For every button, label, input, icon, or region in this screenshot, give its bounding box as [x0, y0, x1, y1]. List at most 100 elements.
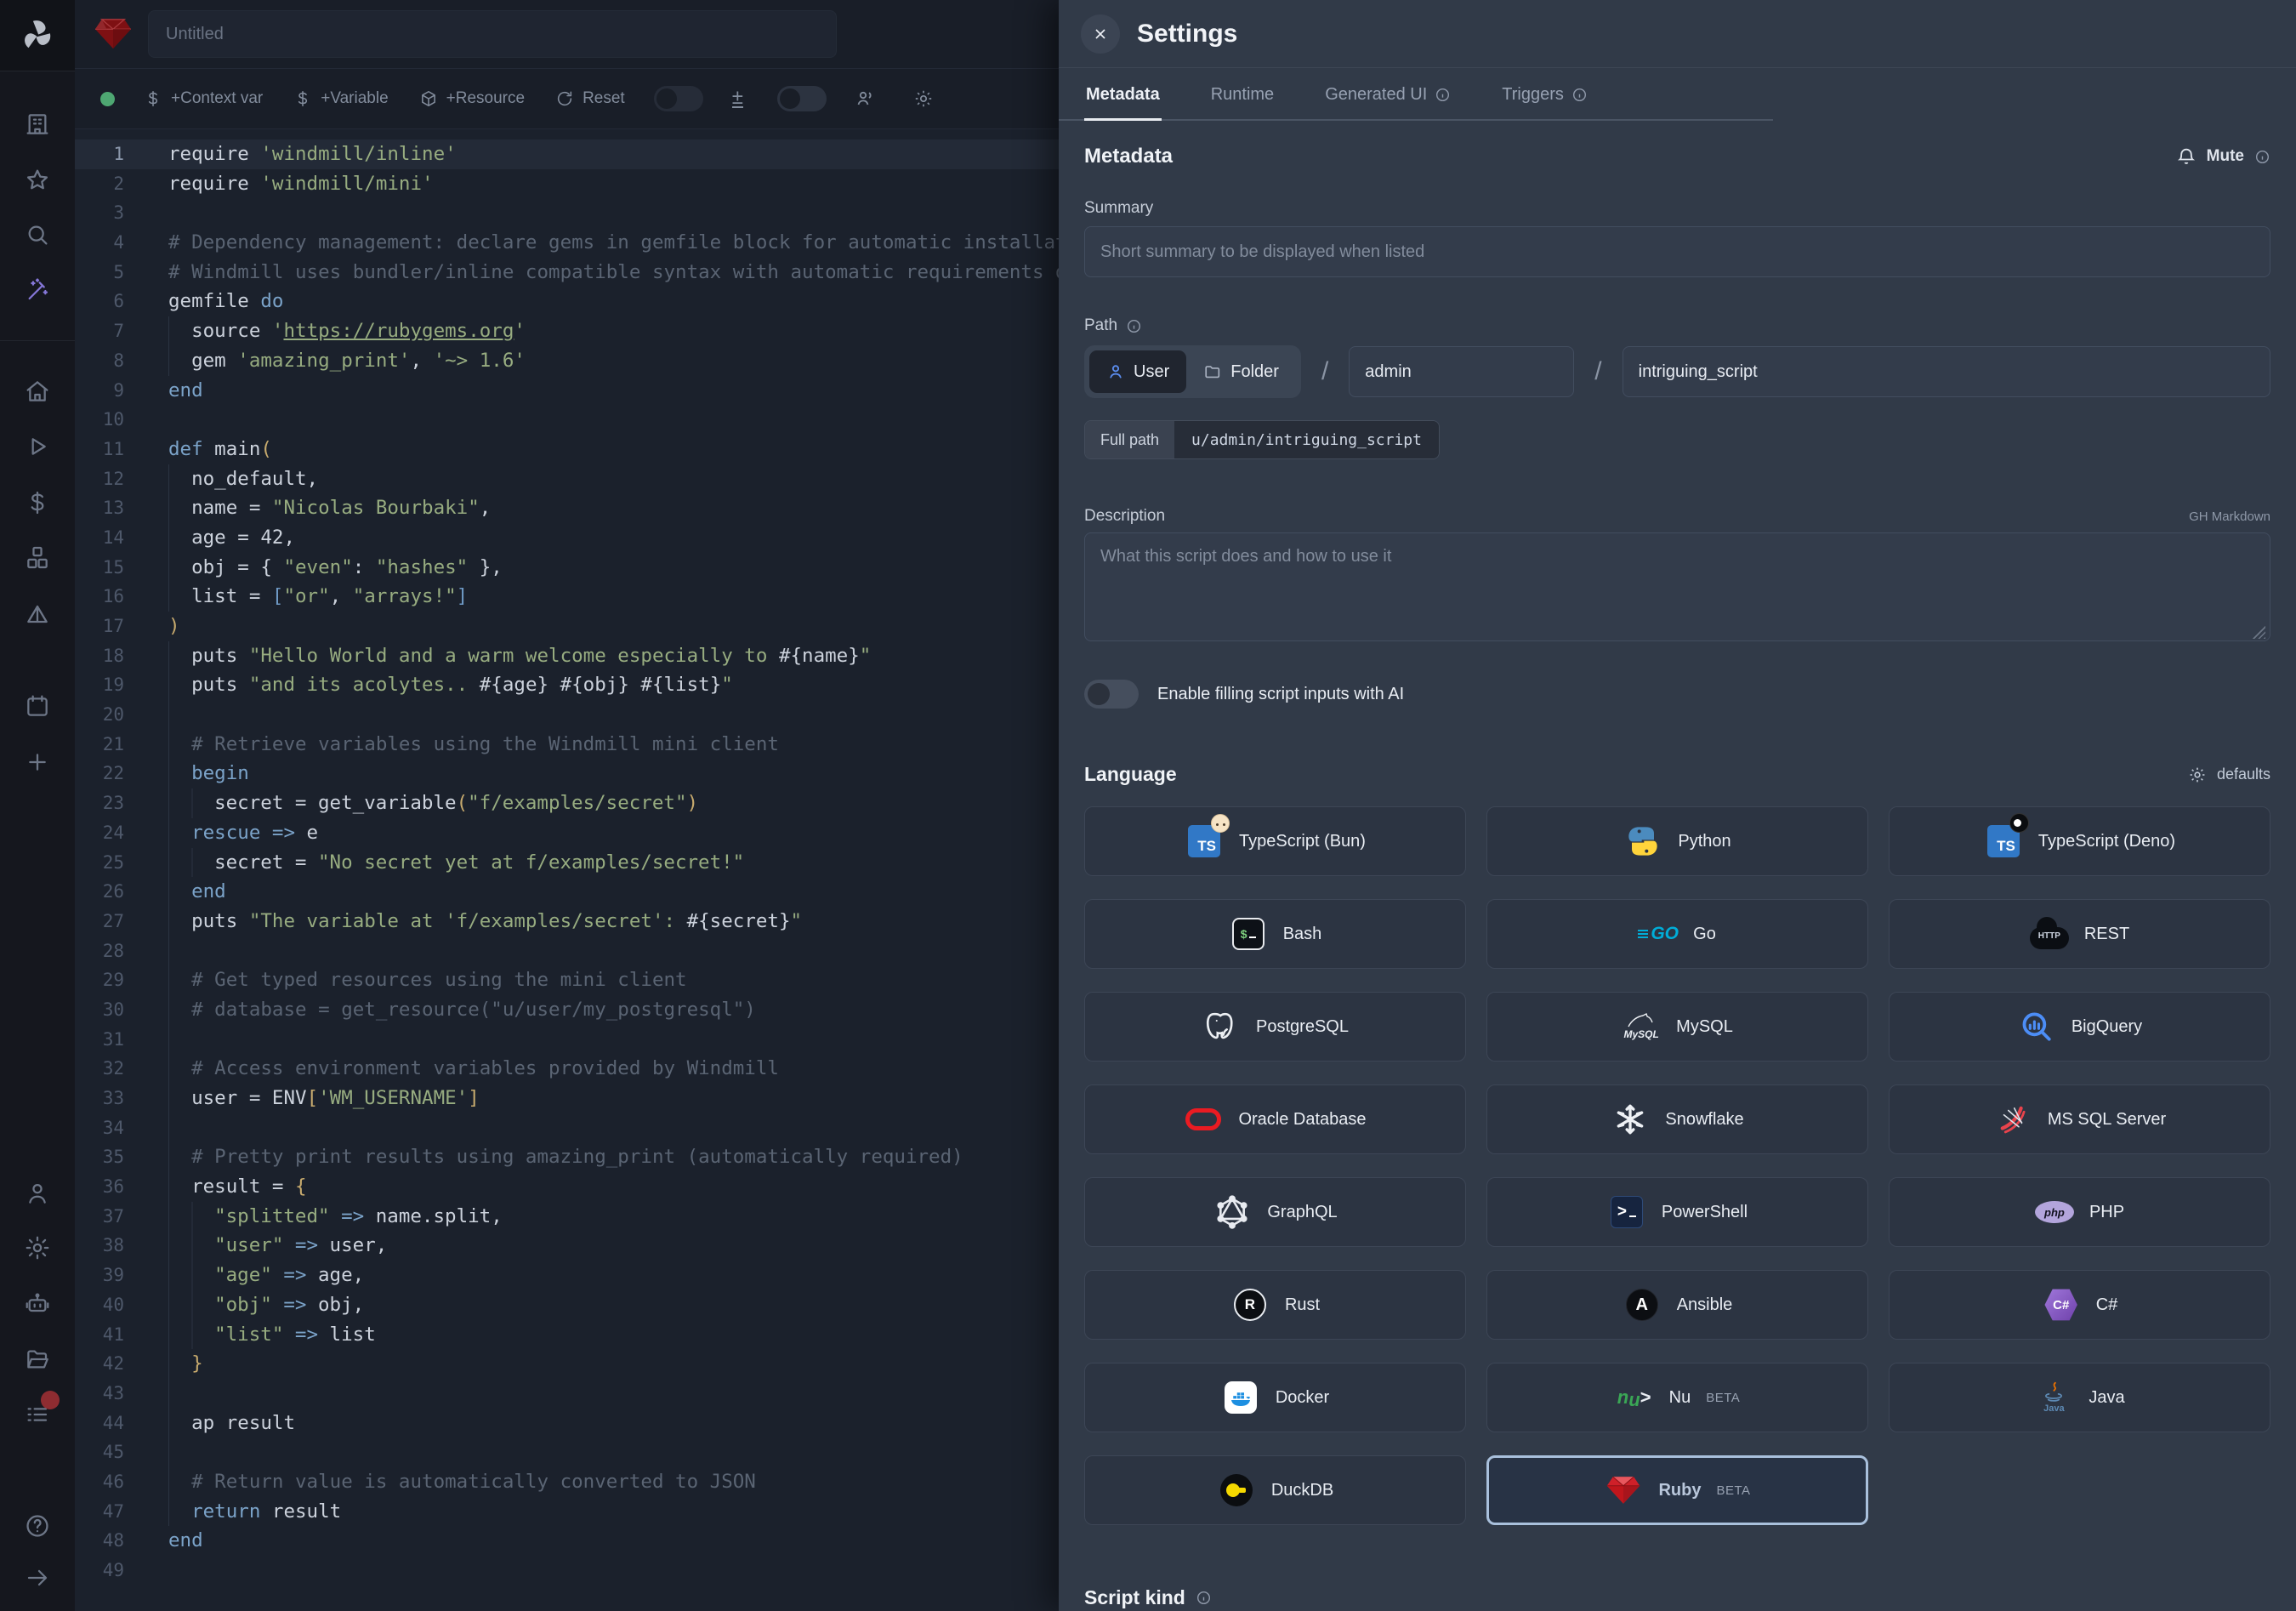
- csharp-icon: C#: [2044, 1288, 2078, 1322]
- language-button-go[interactable]: GO Go: [1486, 899, 1868, 969]
- user-icon: [1106, 362, 1125, 381]
- summary-label: Summary: [1084, 199, 2270, 218]
- language-button-bash[interactable]: $ Bash: [1084, 899, 1466, 969]
- toolbar-variable-button[interactable]: +Variable: [293, 89, 388, 108]
- multiplayer-toggle[interactable]: [777, 86, 827, 111]
- close-button[interactable]: [1081, 14, 1120, 54]
- sidebar-item-runs[interactable]: [24, 433, 51, 460]
- sidebar-item-search[interactable]: [24, 221, 51, 248]
- owner-kind-user[interactable]: User: [1089, 350, 1186, 393]
- line-number: 11: [75, 435, 124, 464]
- language-defaults-button[interactable]: defaults: [2188, 766, 2270, 784]
- language-button-rest[interactable]: HTTP REST: [1889, 899, 2270, 969]
- language-button-nu[interactable]: nu> NuBETA: [1486, 1363, 1868, 1432]
- sidebar-item-resources[interactable]: [24, 544, 51, 572]
- typescript-deno-icon: TS: [1987, 825, 2020, 857]
- sidebar-item-favorites[interactable]: [24, 167, 51, 194]
- language-button-graphql[interactable]: GraphQL: [1084, 1177, 1466, 1247]
- language-button-powershell[interactable]: > PowerShell: [1486, 1177, 1868, 1247]
- duckdb-icon: [1220, 1474, 1253, 1506]
- language-button-duckdb[interactable]: DuckDB: [1084, 1455, 1466, 1525]
- language-button-java[interactable]: Java Java: [1889, 1363, 2270, 1432]
- sidebar-item-schedules[interactable]: [24, 692, 51, 720]
- sidebar-item-triggers[interactable]: [24, 601, 51, 629]
- language-button-postgresql[interactable]: PostgreSQL: [1084, 992, 1466, 1062]
- owner-kind-folder[interactable]: Folder: [1186, 350, 1296, 393]
- language-button-bigquery[interactable]: BigQuery: [1889, 992, 2270, 1062]
- python-icon: [1626, 824, 1660, 858]
- home-icon: [24, 378, 51, 405]
- ai-fill-toggle[interactable]: [1084, 680, 1139, 709]
- language-button-csharp[interactable]: C# C#: [1889, 1270, 2270, 1340]
- script-kind-info-icon[interactable]: [1196, 1590, 1212, 1606]
- toolbar-reset-button[interactable]: Reset: [555, 89, 625, 108]
- language-button-python[interactable]: Python: [1486, 806, 1868, 876]
- sidebar-item-folders[interactable]: [24, 1346, 51, 1373]
- path-name-input[interactable]: [1623, 346, 2270, 397]
- line-number: 30: [75, 995, 124, 1025]
- description-textarea[interactable]: [1084, 532, 2270, 641]
- line-number: 8: [75, 346, 124, 376]
- language-button-docker[interactable]: Docker: [1084, 1363, 1466, 1432]
- sidebar-item-collapse[interactable]: [24, 1564, 51, 1591]
- typescript-bun-icon: TS: [1188, 825, 1220, 857]
- windmill-logo[interactable]: [0, 0, 75, 71]
- sidebar-item-help[interactable]: [24, 1512, 51, 1540]
- language-label: Java: [2089, 1388, 2124, 1408]
- sidebar-item-logs[interactable]: [24, 1401, 51, 1428]
- language-label: Ruby: [1658, 1481, 1701, 1500]
- line-number: 49: [75, 1556, 124, 1585]
- language-button-mysql[interactable]: MySQL MySQL: [1486, 992, 1868, 1062]
- tab-triggers[interactable]: Triggers: [1500, 70, 1589, 121]
- left-sidebar: [0, 0, 75, 1611]
- toolbar-contextvar-button[interactable]: +Context var: [144, 89, 263, 108]
- path-info-icon[interactable]: [1126, 318, 1142, 334]
- go-icon: GO: [1638, 924, 1679, 944]
- owner-kind-toggle: User Folder: [1084, 345, 1301, 398]
- diff-toggle[interactable]: [654, 86, 703, 111]
- bell-icon: [2176, 146, 2197, 167]
- mute-label: Mute: [2207, 147, 2244, 166]
- language-button-ansible[interactable]: A Ansible: [1486, 1270, 1868, 1340]
- sidebar-item-workspace[interactable]: [24, 111, 51, 138]
- arrow-right-icon: [24, 1564, 51, 1591]
- sidebar-item-variables[interactable]: [24, 489, 51, 516]
- language-button-bun[interactable]: TS TypeScript (Bun): [1084, 806, 1466, 876]
- language-label: Python: [1678, 832, 1731, 851]
- sidebar-item-home[interactable]: [24, 378, 51, 405]
- line-number: 2: [75, 169, 124, 199]
- language-button-snowflake[interactable]: Snowflake: [1486, 1084, 1868, 1154]
- language-button-php[interactable]: php PHP: [1889, 1177, 2270, 1247]
- ansible-icon: A: [1626, 1289, 1658, 1321]
- sidebar-item-settings[interactable]: [24, 1234, 51, 1261]
- language-button-oracle[interactable]: Oracle Database: [1084, 1084, 1466, 1154]
- sidebar-item-users[interactable]: [24, 1180, 51, 1207]
- sidebar-item-workers[interactable]: [24, 1290, 51, 1318]
- people-icon[interactable]: [855, 88, 876, 109]
- script-title-input[interactable]: [148, 10, 837, 58]
- sidebar-item-add[interactable]: [24, 749, 51, 776]
- language-label: Ansible: [1677, 1295, 1733, 1315]
- user-icon: [24, 1180, 51, 1207]
- language-button-rust[interactable]: R Rust: [1084, 1270, 1466, 1340]
- editor-settings-gear-icon[interactable]: [913, 88, 934, 109]
- sidebar-item-ai-wand[interactable]: [24, 276, 51, 304]
- docker-icon: [1225, 1381, 1257, 1414]
- language-button-ruby[interactable]: RubyBETA: [1486, 1455, 1868, 1525]
- language-button-deno[interactable]: TS TypeScript (Deno): [1889, 806, 2270, 876]
- tab-runtime[interactable]: Runtime: [1209, 70, 1276, 121]
- language-label: TypeScript (Bun): [1239, 832, 1366, 851]
- tab-metadata[interactable]: Metadata: [1084, 70, 1162, 121]
- path-owner-input[interactable]: [1349, 346, 1574, 397]
- toolbar-label: +Variable: [321, 89, 388, 108]
- language-label: Rust: [1285, 1295, 1320, 1315]
- line-number: 26: [75, 877, 124, 907]
- settings-panel: Settings MetadataRuntimeGenerated UITrig…: [1059, 0, 2296, 1611]
- summary-input[interactable]: [1084, 226, 2270, 277]
- language-button-mssql[interactable]: MS SQL Server: [1889, 1084, 2270, 1154]
- tab-generated-ui[interactable]: Generated UI: [1323, 70, 1452, 121]
- mute-control[interactable]: Mute: [2176, 146, 2270, 167]
- toolbar-label: +Resource: [446, 89, 525, 108]
- mute-info-icon[interactable]: [2254, 149, 2270, 165]
- toolbar-resource-button[interactable]: +Resource: [419, 89, 525, 108]
